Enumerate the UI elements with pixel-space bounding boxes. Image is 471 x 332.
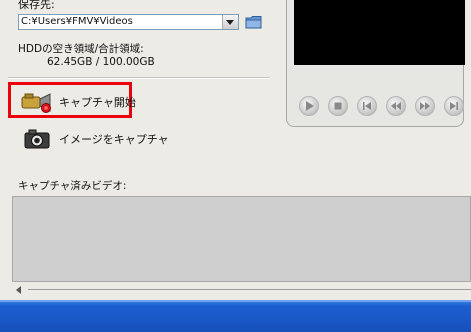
image-capture-button[interactable]: イメージをキャプチャ [59,131,169,147]
play-icon [306,101,314,111]
play-button[interactable] [299,96,319,116]
previous-icon [363,102,371,110]
fast-forward-icon [420,102,430,110]
scroll-left-arrow-icon[interactable] [16,286,21,294]
next-button[interactable] [444,96,464,116]
previous-button[interactable] [357,96,377,116]
save-path-value: C:¥Users¥FMV¥Videos [21,16,133,27]
video-camera-icon[interactable] [20,91,54,113]
rewind-icon [391,102,401,110]
save-location-label: 保存先: [18,0,55,11]
hdd-space-label: HDDの空き領域/合計領域: [18,43,144,55]
next-icon [450,102,458,110]
browse-folder-button[interactable] [245,13,263,31]
stop-button[interactable] [328,96,348,116]
captured-videos-list[interactable] [12,196,471,282]
rewind-button[interactable] [386,96,406,116]
horizontal-scrollbar[interactable] [10,285,471,295]
scroll-track[interactable] [28,289,471,290]
captured-videos-label: キャプチャ済みビデオ: [18,180,127,192]
taskbar [0,300,471,332]
video-preview [294,0,465,65]
taskbar-edge [0,300,471,302]
divider [8,77,270,79]
camera-icon[interactable] [23,128,51,150]
fast-forward-button[interactable] [415,96,435,116]
capture-start-button[interactable]: キャプチャ開始 [59,94,136,110]
save-path-combobox[interactable]: C:¥Users¥FMV¥Videos [18,14,239,30]
stop-icon [334,102,342,110]
hdd-space-value: 62.45GB / 100.00GB [47,56,155,68]
folder-icon [245,16,262,29]
dropdown-arrow-icon[interactable] [222,15,238,29]
